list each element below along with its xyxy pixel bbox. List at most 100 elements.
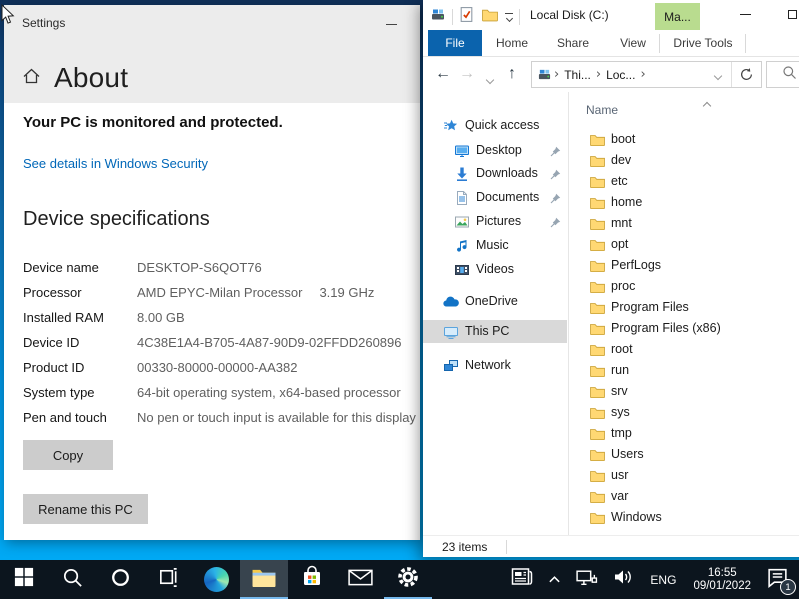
nav-item-label: Videos	[476, 262, 514, 276]
clock[interactable]: 16:55 09/01/2022	[685, 560, 759, 599]
file-row[interactable]: etc	[570, 171, 799, 192]
language-indicator[interactable]: ENG	[641, 560, 685, 599]
breadcrumb[interactable]: › Thi... › Loc... ›	[531, 61, 762, 88]
recent-locations-chevron[interactable]	[487, 70, 493, 88]
column-header-name[interactable]: Name	[586, 103, 618, 117]
task-view-button[interactable]	[144, 560, 192, 599]
file-row[interactable]: Program Files	[570, 297, 799, 318]
properties-icon[interactable]	[459, 6, 474, 28]
minimize-button[interactable]	[729, 0, 761, 28]
task-view-icon	[157, 566, 180, 594]
nav-item-pictures[interactable]: Pictures	[423, 210, 567, 233]
rename-pc-button[interactable]: Rename this PC	[23, 494, 148, 524]
edge-button[interactable]	[192, 560, 240, 599]
volume-button[interactable]	[605, 560, 641, 599]
settings-button[interactable]	[384, 560, 432, 599]
minimize-button[interactable]	[382, 17, 404, 31]
address-dropdown-chevron[interactable]	[715, 66, 721, 84]
folder-icon	[590, 490, 605, 508]
folder-icon	[590, 133, 605, 151]
file-row[interactable]: usr	[570, 465, 799, 486]
nav-item-downloads[interactable]: Downloads	[423, 162, 567, 185]
mail-button[interactable]	[336, 560, 384, 599]
folder-icon	[590, 154, 605, 172]
crumb-separator: ›	[554, 67, 559, 82]
ribbon-tabs: File Home Share View Drive Tools	[423, 30, 799, 57]
copy-button[interactable]: Copy	[23, 440, 113, 470]
spec-value-extra: 3.19 GHz	[319, 285, 374, 300]
spec-label: Device name	[23, 255, 137, 280]
file-row[interactable]: srv	[570, 381, 799, 402]
nav-item-quick-access[interactable]: Quick access	[423, 114, 567, 137]
folder-name: etc	[611, 174, 628, 188]
folder-name: Users	[611, 447, 644, 461]
file-row[interactable]: PerfLogs	[570, 255, 799, 276]
taskbar-search-button[interactable]	[48, 560, 96, 599]
crumb-this-pc[interactable]: Thi...	[564, 68, 591, 82]
start-button[interactable]	[0, 560, 48, 599]
file-row[interactable]: root	[570, 339, 799, 360]
folder-name: usr	[611, 468, 628, 482]
new-folder-icon[interactable]	[482, 8, 498, 27]
file-row[interactable]: proc	[570, 276, 799, 297]
folder-icon	[590, 217, 605, 235]
spec-label: Pen and touch	[23, 405, 137, 430]
cortana-button[interactable]	[96, 560, 144, 599]
nav-item-desktop[interactable]: Desktop	[423, 139, 567, 162]
action-center-button[interactable]: 1	[759, 560, 799, 599]
folder-icon	[590, 175, 605, 193]
forward-button[interactable]: →	[459, 63, 475, 85]
spec-row: Product ID00330-80000-00000-AA382	[23, 355, 420, 380]
crumb-local-disk[interactable]: Loc...	[606, 68, 635, 82]
file-row[interactable]: boot	[570, 129, 799, 150]
qat-customize-icon[interactable]	[505, 13, 513, 21]
tray-expand-button[interactable]	[541, 560, 568, 599]
tab-drive-tools[interactable]: Drive Tools	[663, 30, 743, 56]
file-row[interactable]: run	[570, 360, 799, 381]
nav-item-onedrive[interactable]: OneDrive	[423, 290, 567, 313]
nav-item-documents[interactable]: Documents	[423, 186, 567, 209]
file-row[interactable]: Windows	[570, 507, 799, 528]
spec-value: 4C38E1A4-B705-4A87-90D9-02FFDD260896	[137, 335, 402, 350]
maximize-button[interactable]	[776, 0, 799, 28]
tab-share[interactable]: Share	[543, 30, 603, 56]
desktop-icon	[453, 142, 471, 159]
file-row[interactable]: mnt	[570, 213, 799, 234]
search-input[interactable]	[766, 61, 799, 88]
nav-item-videos[interactable]: Videos	[423, 258, 567, 281]
network-tray-button[interactable]	[568, 560, 605, 599]
manage-context-badge[interactable]: Ma...	[655, 3, 700, 30]
tab-file[interactable]: File	[428, 30, 482, 56]
clock-time: 16:55	[693, 567, 751, 580]
spec-row: System type64-bit operating system, x64-…	[23, 380, 420, 405]
up-button[interactable]: ↑	[508, 63, 516, 85]
file-row[interactable]: dev	[570, 150, 799, 171]
nav-item-music[interactable]: Music	[423, 234, 567, 257]
file-row[interactable]: Program Files (x86)	[570, 318, 799, 339]
folder-icon	[590, 385, 605, 403]
pane-separator[interactable]	[568, 92, 569, 535]
nav-item-network[interactable]: Network	[423, 354, 567, 377]
spec-value: 64-bit operating system, x64-based proce…	[137, 385, 401, 400]
back-button[interactable]: ←	[435, 63, 451, 85]
tab-view[interactable]: View	[606, 30, 660, 56]
home-icon	[22, 67, 41, 90]
windows-security-link[interactable]: See details in Windows Security	[23, 156, 208, 171]
tab-home[interactable]: Home	[485, 30, 539, 56]
file-row[interactable]: home	[570, 192, 799, 213]
file-row[interactable]: Users	[570, 444, 799, 465]
file-row[interactable]: opt	[570, 234, 799, 255]
folder-name: mnt	[611, 216, 632, 230]
file-row[interactable]: tmp	[570, 423, 799, 444]
spec-row: ProcessorAMD EPYC-Milan Processor3.19 GH…	[23, 280, 420, 305]
news-widget-button[interactable]	[503, 560, 541, 599]
section-heading: Device specifications	[23, 208, 210, 231]
nav-item-this-pc[interactable]: This PC	[423, 320, 567, 343]
store-button[interactable]	[288, 560, 336, 599]
file-row[interactable]: sys	[570, 402, 799, 423]
folder-icon	[590, 259, 605, 277]
nav-item-label: Music	[476, 238, 509, 252]
file-explorer-button[interactable]	[240, 560, 288, 599]
file-row[interactable]: var	[570, 486, 799, 507]
refresh-icon[interactable]	[732, 62, 761, 87]
